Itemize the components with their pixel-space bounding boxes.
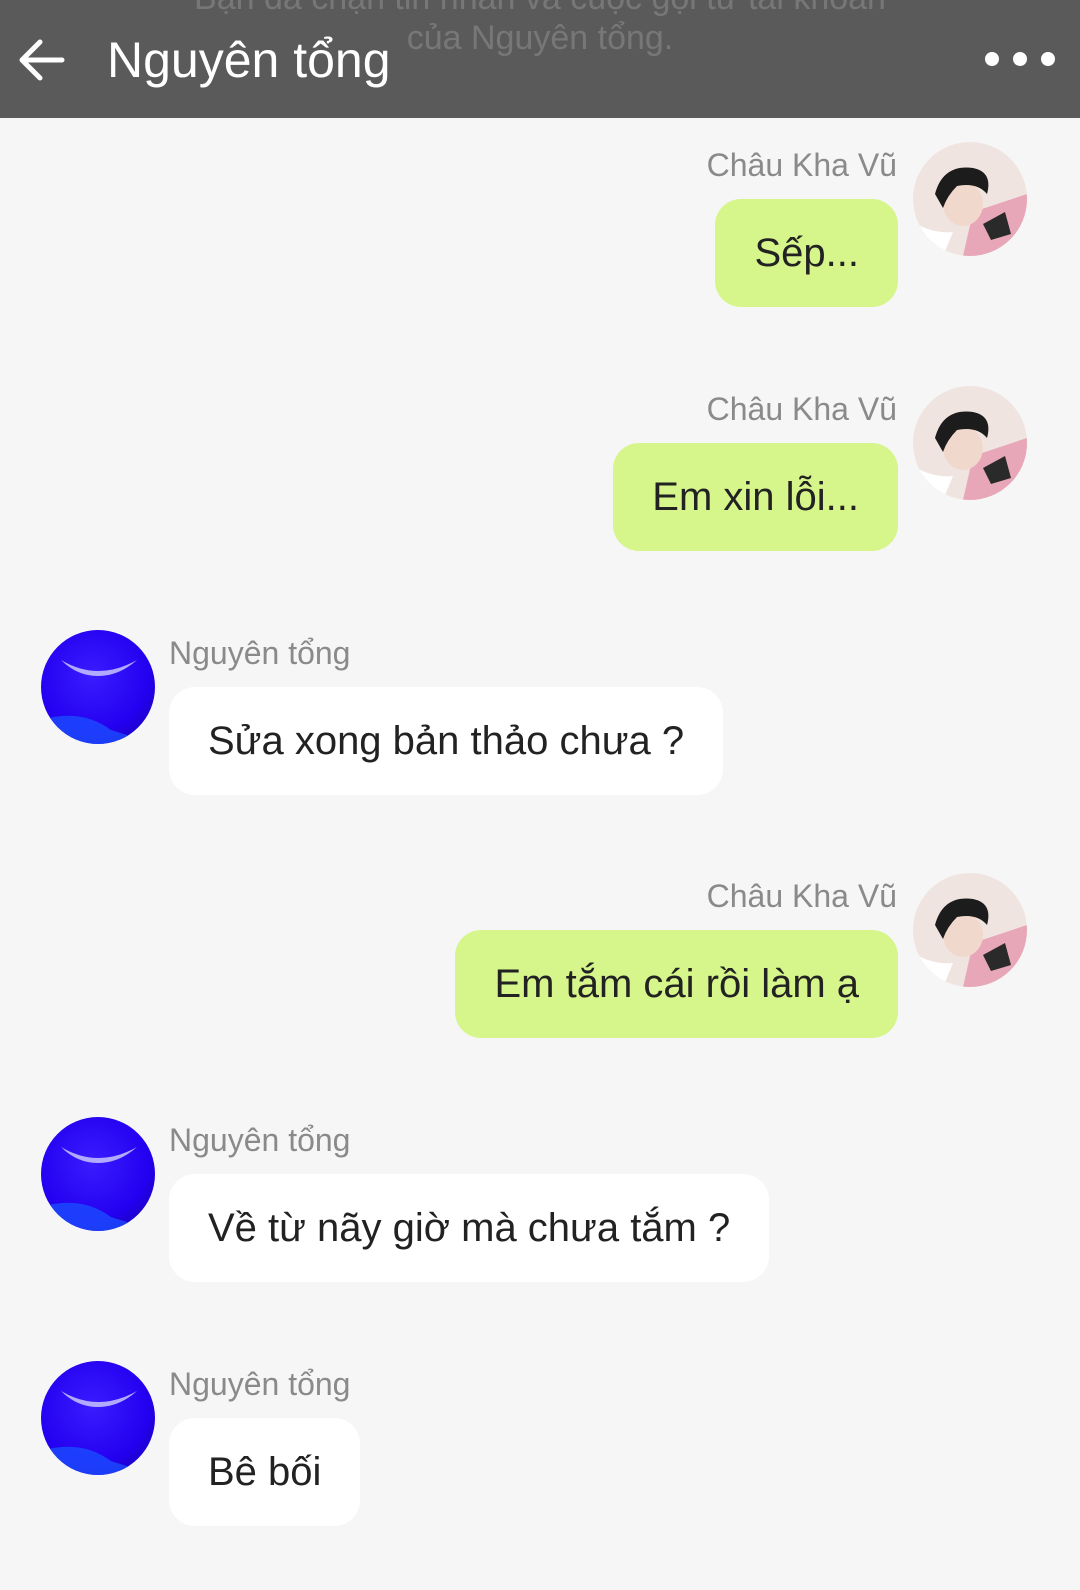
sender-name: Châu Kha Vũ <box>706 878 897 914</box>
sender-name: Nguyên tổng <box>169 635 351 671</box>
avatar[interactable] <box>41 630 155 744</box>
sender-name: Nguyên tổng <box>169 1122 351 1158</box>
user-avatar-photo <box>913 873 1027 987</box>
user-avatar-photo <box>913 386 1027 500</box>
message-bubble-outgoing[interactable]: Em xin lỗi... <box>613 443 898 551</box>
sender-name: Châu Kha Vũ <box>706 147 897 183</box>
contact-avatar-photo <box>41 1117 155 1231</box>
message-bubble-outgoing[interactable]: Em tắm cái rồi làm ạ <box>455 930 898 1038</box>
contact-avatar-photo <box>41 630 155 744</box>
chat-header: Bạn đã chặn tin nhắn và cuộc gọi từ tài … <box>0 0 1080 118</box>
more-options-button[interactable] <box>982 44 1058 74</box>
arrow-left-icon <box>19 39 65 81</box>
user-avatar-photo <box>913 142 1027 256</box>
message-bubble-incoming[interactable]: Về từ nãy giờ mà chưa tắm ? <box>169 1174 770 1282</box>
blocked-banner-line1: Bạn đã chặn tin nhắn và cuộc gọi từ tài … <box>0 0 1080 18</box>
avatar[interactable] <box>913 142 1027 256</box>
message-bubble-outgoing[interactable]: Sếp... <box>715 199 898 307</box>
avatar[interactable] <box>913 873 1027 987</box>
chat-title: Nguyên tổng <box>107 32 391 88</box>
avatar[interactable] <box>41 1117 155 1231</box>
back-button[interactable] <box>14 32 70 88</box>
more-horizontal-icon <box>985 52 1055 66</box>
message-bubble-incoming[interactable]: Bê bối <box>169 1418 361 1526</box>
message-bubble-incoming[interactable]: Sửa xong bản thảo chưa ? <box>169 687 724 795</box>
sender-name: Nguyên tổng <box>169 1366 351 1402</box>
contact-avatar-photo <box>41 1361 155 1475</box>
avatar[interactable] <box>41 1361 155 1475</box>
sender-name: Châu Kha Vũ <box>706 391 897 427</box>
avatar[interactable] <box>913 386 1027 500</box>
